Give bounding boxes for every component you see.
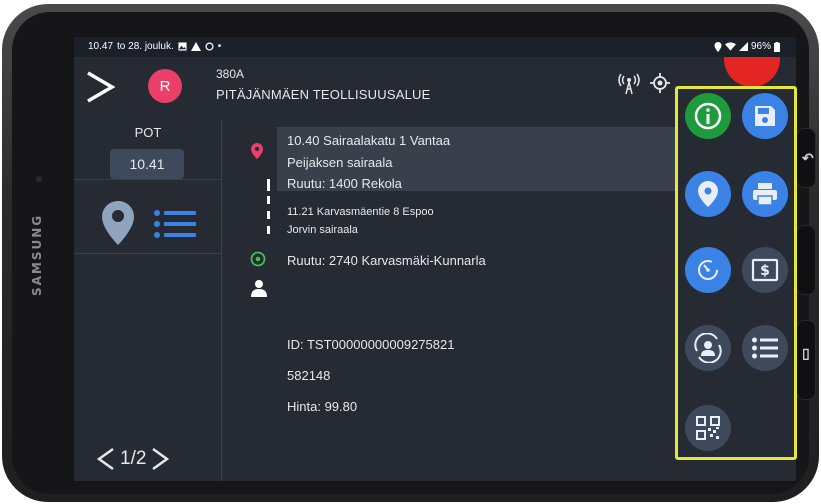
route-name: PITÄJÄNMÄEN TEOLLISUUSALUE [216, 87, 431, 102]
left-panel: POT 10.41 1/2 [74, 119, 222, 481]
stop-2-line-1: 11.21 Karvasmäentie 8 Espoo [287, 206, 434, 218]
back-icon: ↶ [802, 150, 814, 166]
route-connector [267, 226, 270, 234]
person-switch-icon [694, 333, 722, 363]
pager: 1/2 [96, 447, 170, 471]
info-button[interactable] [685, 93, 731, 139]
switch-passenger-button[interactable] [685, 325, 731, 371]
page-indicator: 1/2 [120, 448, 147, 469]
route-id: 380A [216, 67, 245, 81]
stop-1-line-1: 10.40 Sairaalakatu 1 Vantaa [287, 133, 451, 148]
info-icon [694, 102, 722, 130]
wifi-icon [724, 42, 736, 51]
status-bar: 10.47 to 28. jouluk. • 96% [74, 37, 796, 57]
qr-code-icon [696, 416, 720, 440]
side-button-home [796, 225, 816, 295]
battery-icon [774, 41, 780, 52]
gallery-icon [178, 42, 187, 51]
stops-panel: 10.40 Sairaalakatu 1 Vantaa Peijaksen sa… [223, 119, 675, 481]
divider [74, 253, 222, 254]
emergency-button[interactable] [724, 57, 780, 87]
sync-icon [205, 42, 214, 51]
front-camera [36, 176, 42, 182]
stop-3-line-1: Ruutu: 2740 Karvasmäki-Kunnarla [287, 253, 486, 268]
stop-2-line-2: Jorvin sairaala [287, 224, 358, 236]
clock: 10.47 [88, 41, 114, 52]
pot-time[interactable]: 10.41 [110, 149, 184, 179]
divider [74, 179, 222, 180]
avatar[interactable]: R [148, 69, 182, 103]
list-icon [752, 337, 778, 359]
gps-target-icon[interactable] [650, 73, 670, 93]
brand-label: SAMSUNG [30, 213, 44, 297]
print-icon [753, 183, 777, 206]
ride-price: Hinta: 99.80 [287, 399, 358, 414]
save-icon [755, 106, 775, 126]
stop-1-line-3: Ruutu: 1400 Rekola [287, 176, 402, 191]
notification-dot-icon: • [217, 41, 222, 52]
timer-button[interactable] [685, 247, 731, 293]
svg-text:$: $ [760, 263, 770, 279]
route-connector [267, 211, 270, 219]
menu-chevron-icon[interactable] [82, 69, 118, 105]
ride-id: ID: TST00000000009275821 [287, 337, 455, 352]
signal-icon [738, 42, 748, 51]
timer-icon [698, 260, 718, 280]
warning-icon [190, 42, 201, 51]
receipt-button[interactable]: $ [742, 247, 788, 293]
action-grid-highlight: $ [675, 86, 797, 460]
prev-page-icon[interactable] [96, 447, 116, 471]
print-button[interactable] [742, 171, 788, 217]
list-view-icon[interactable] [154, 209, 196, 239]
task-list-button[interactable] [742, 325, 788, 371]
date: to 28. jouluk. [117, 41, 174, 52]
map-pin-icon [698, 181, 718, 207]
route-connector [267, 179, 270, 191]
ride-number: 582148 [287, 368, 331, 383]
battery-level: 96% [750, 41, 771, 52]
route-connector [267, 196, 270, 204]
location-icon [714, 41, 722, 52]
destination-target-icon [250, 251, 266, 267]
receipt-icon: $ [751, 258, 779, 282]
recent-apps-icon: ▯ [802, 345, 810, 361]
location-button[interactable] [685, 171, 731, 217]
next-page-icon[interactable] [150, 447, 170, 471]
qr-code-button[interactable] [685, 405, 731, 451]
pickup-pin-icon [251, 143, 263, 159]
stop-1-line-2: Peijaksen sairaala [287, 155, 393, 170]
passenger-icon [251, 280, 267, 297]
pot-label: POT [134, 125, 162, 140]
save-button[interactable] [742, 93, 788, 139]
radio-antenna-icon[interactable] [618, 73, 640, 95]
map-view-icon[interactable] [102, 201, 134, 245]
